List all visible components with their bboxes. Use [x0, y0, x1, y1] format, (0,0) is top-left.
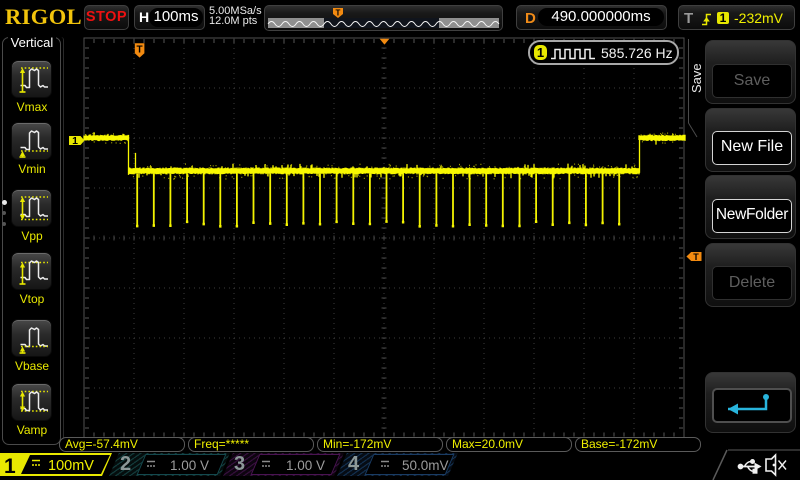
svg-text:T: T: [693, 252, 699, 262]
svg-text:100mV: 100mV: [48, 458, 94, 474]
svg-text:T: T: [137, 44, 143, 55]
svg-text:1: 1: [72, 135, 78, 147]
svg-text:1: 1: [4, 455, 16, 476]
svg-text:T: T: [336, 9, 341, 18]
